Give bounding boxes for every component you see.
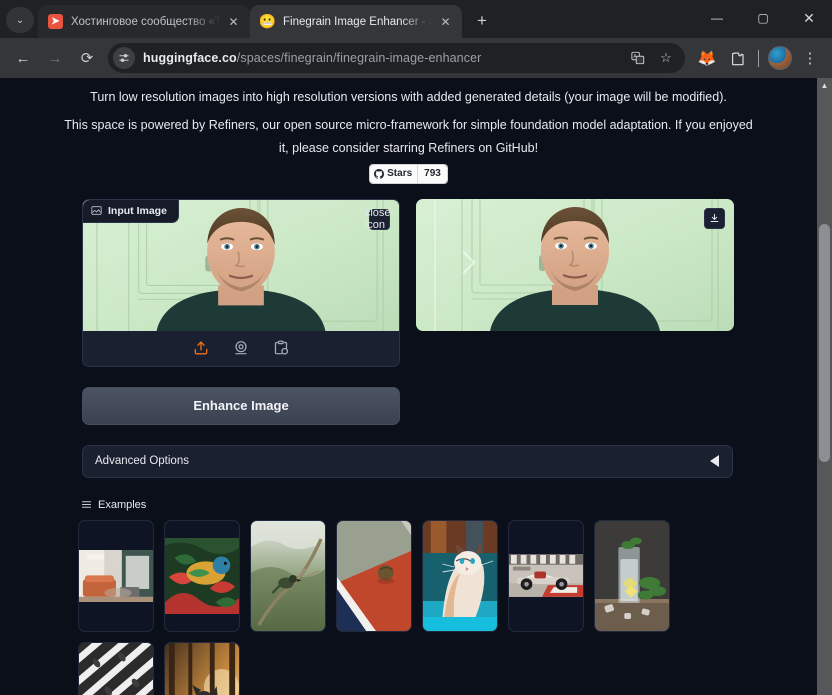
intro-line-1: Turn low resolution images into high res… bbox=[90, 90, 727, 104]
example-dog-forest[interactable] bbox=[164, 641, 240, 695]
address-bar[interactable]: huggingface.co/spaces/finegrain/finegrai… bbox=[108, 43, 685, 73]
input-image-toolbar bbox=[83, 330, 399, 366]
github-star-count: 793 bbox=[417, 164, 447, 183]
extensions-icon[interactable] bbox=[723, 44, 751, 72]
enhance-image-button[interactable]: Enhance Image bbox=[82, 386, 400, 425]
output-image-panel[interactable] bbox=[416, 198, 734, 331]
url-domain: huggingface.co bbox=[143, 51, 237, 65]
github-badge-left: Stars bbox=[370, 164, 418, 183]
tab-close-icon[interactable]: ✕ bbox=[225, 13, 242, 30]
browser-tab-2[interactable]: 😬 Finegrain Image Enhancer - a H ✕ bbox=[250, 5, 462, 38]
new-tab-button[interactable]: + bbox=[468, 7, 496, 35]
github-badge-label: Stars bbox=[387, 168, 413, 180]
intro-text-block: Turn low resolution images into high res… bbox=[0, 78, 817, 183]
collapsed-caret-icon[interactable] bbox=[710, 455, 719, 468]
enhance-button-row: Enhance Image bbox=[0, 386, 817, 425]
example-thumbnail bbox=[79, 642, 153, 695]
page-scrollbar[interactable]: ▲ bbox=[817, 78, 832, 695]
tab-title: Finegrain Image Enhancer - a H bbox=[283, 15, 433, 28]
input-image-panel[interactable]: Input Image close-icon bbox=[82, 198, 400, 367]
input-image-label-text: Input Image bbox=[108, 204, 167, 217]
upload-icon[interactable] bbox=[192, 339, 210, 357]
tab-title: Хостинговое сообщество «Tim bbox=[71, 15, 221, 28]
forward-button[interactable]: → bbox=[40, 43, 70, 73]
url-path: /spaces/finegrain/finegrain-image-enhanc… bbox=[236, 51, 482, 65]
chevron-down-icon: ⌄ bbox=[15, 14, 25, 26]
intro-line-2: This space is powered by Refiners, our o… bbox=[64, 118, 753, 155]
scrollbar-thumb[interactable] bbox=[819, 224, 830, 462]
examples-grid bbox=[78, 519, 739, 695]
advanced-options-accordion[interactable]: Advanced Options bbox=[82, 444, 733, 478]
maximize-button[interactable]: ▢ bbox=[740, 0, 786, 36]
omnibox-actions: A ☆ bbox=[625, 45, 681, 71]
example-bird-branch-fog[interactable] bbox=[250, 519, 326, 632]
example-cat[interactable] bbox=[422, 519, 498, 632]
huggingface-icon: 😬 bbox=[260, 14, 275, 29]
github-stars-badge[interactable]: Stars 793 bbox=[370, 164, 447, 183]
translate-icon[interactable]: A bbox=[625, 45, 651, 71]
list-icon bbox=[81, 501, 92, 509]
close-window-button[interactable]: ✕ bbox=[786, 0, 832, 36]
example-thumbnail bbox=[509, 554, 583, 598]
example-bird[interactable] bbox=[164, 519, 240, 632]
example-race-car[interactable] bbox=[508, 519, 584, 632]
example-thumbnail bbox=[79, 549, 153, 603]
image-panels: Input Image close-icon bbox=[0, 198, 817, 367]
example-thumbnail bbox=[337, 520, 411, 631]
example-thumbnail bbox=[423, 520, 497, 631]
examples-header: Examples bbox=[78, 499, 739, 511]
reload-button[interactable]: ⟳ bbox=[72, 43, 102, 73]
example-thumbnail bbox=[251, 520, 325, 631]
window-controls: — ▢ ✕ bbox=[694, 0, 832, 36]
chevron-right-icon[interactable] bbox=[458, 247, 480, 282]
tab-search-button[interactable]: ⌄ bbox=[6, 7, 34, 33]
star-icon[interactable]: ☆ bbox=[653, 45, 679, 71]
download-icon[interactable] bbox=[704, 207, 725, 229]
advanced-options-row: Advanced Options bbox=[0, 444, 817, 478]
page-viewport: Turn low resolution images into high res… bbox=[0, 78, 832, 695]
browser-toolbar: ← → ⟳ huggingface.co/spaces/finegrain/fi… bbox=[0, 38, 832, 78]
example-thumbnail bbox=[595, 520, 669, 631]
avatar[interactable] bbox=[768, 46, 792, 70]
advanced-options-label: Advanced Options bbox=[95, 455, 189, 468]
browser-tab-1[interactable]: ➤ Хостинговое сообщество «Tim ✕ bbox=[38, 5, 250, 38]
paste-clipboard-icon[interactable] bbox=[272, 339, 290, 357]
back-button[interactable]: ← bbox=[8, 43, 38, 73]
tab-close-icon[interactable]: ✕ bbox=[437, 13, 454, 30]
toolbar-divider bbox=[758, 49, 759, 67]
tab-strip: ⌄ ➤ Хостинговое сообщество «Tim ✕ 😬 Fine… bbox=[0, 0, 832, 38]
github-icon bbox=[374, 168, 385, 179]
github-badge-row: Stars 793 bbox=[58, 164, 759, 183]
webcam-icon[interactable] bbox=[232, 339, 250, 357]
examples-section: Examples bbox=[0, 499, 817, 695]
kebab-menu-icon[interactable]: ⋮ bbox=[796, 44, 824, 72]
url-text: huggingface.co/spaces/finegrain/finegrai… bbox=[143, 51, 625, 65]
fox-icon[interactable]: 🦊 bbox=[693, 44, 721, 72]
example-tennis-ball-court[interactable] bbox=[336, 519, 412, 632]
comparison-slider-line[interactable] bbox=[434, 198, 436, 331]
finegrain-image-enhancer-page: Turn low resolution images into high res… bbox=[0, 78, 817, 695]
example-mojito-glass[interactable] bbox=[594, 519, 670, 632]
input-image-label: Input Image bbox=[83, 199, 179, 223]
examples-header-text: Examples bbox=[98, 498, 147, 511]
close-icon[interactable]: close-icon bbox=[365, 207, 394, 231]
site-settings-icon[interactable] bbox=[113, 47, 135, 69]
example-living-room[interactable] bbox=[78, 519, 154, 632]
example-thumbnail bbox=[165, 537, 239, 614]
scroll-up-arrow[interactable]: ▲ bbox=[817, 78, 832, 93]
svg-text:A: A bbox=[633, 54, 637, 60]
example-crosswalk-aerial[interactable] bbox=[78, 641, 154, 695]
minimize-button[interactable]: — bbox=[694, 0, 740, 36]
image-icon bbox=[91, 206, 102, 215]
example-thumbnail bbox=[165, 642, 239, 695]
red-arrow-icon: ➤ bbox=[48, 14, 63, 29]
browser-window: ⌄ ➤ Хостинговое сообщество «Tim ✕ 😬 Fine… bbox=[0, 0, 832, 695]
